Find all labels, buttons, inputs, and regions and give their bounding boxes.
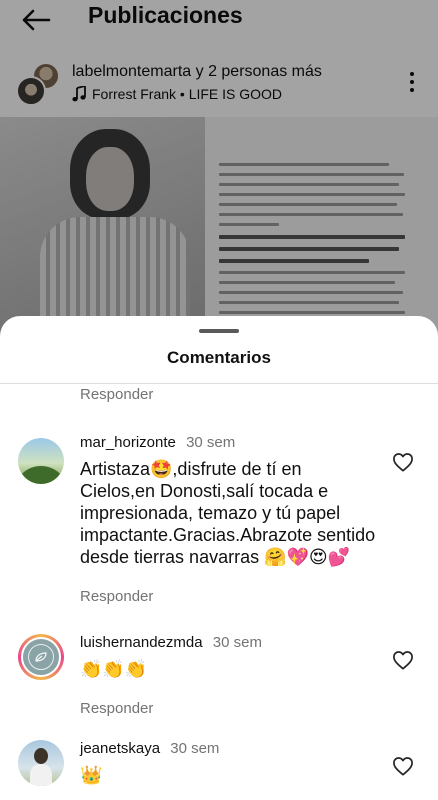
heart-icon[interactable]	[392, 452, 414, 472]
comment-header: jeanetskaya 30 sem	[80, 740, 219, 757]
comment-header: luishernandezmda 30 sem	[80, 634, 262, 651]
reply-button[interactable]: Responder	[80, 386, 153, 403]
avatar-head	[34, 748, 48, 764]
comment-item: luishernandezmda 30 sem 👏👏👏 Responder	[0, 634, 438, 729]
comment-item: mar_horizonte 30 sem Artistaza🤩,disfrute…	[0, 434, 438, 614]
comments-sheet: Comentarios Responder mar_horizonte 30 s…	[0, 316, 438, 800]
comment-header: mar_horizonte 30 sem	[80, 434, 235, 451]
heart-icon[interactable]	[392, 756, 414, 776]
reply-button[interactable]: Responder	[80, 588, 153, 605]
sheet-title: Comentarios	[167, 348, 271, 367]
comment-text: 👏👏👏	[80, 659, 148, 679]
comment-time: 30 sem	[186, 434, 236, 451]
comment-username[interactable]: mar_horizonte	[80, 434, 176, 451]
heart-icon[interactable]	[392, 650, 414, 670]
comment-username[interactable]: jeanetskaya	[80, 740, 160, 757]
comments-list[interactable]: Responder mar_horizonte 30 sem Artistaza…	[0, 384, 438, 800]
comment-time: 30 sem	[170, 740, 220, 757]
comment-text: Artistaza🤩,disfrute de tí en Cielos,en D…	[80, 459, 376, 567]
comment-time: 30 sem	[212, 634, 262, 651]
reply-button[interactable]: Responder	[80, 700, 153, 717]
avatar[interactable]	[18, 634, 64, 680]
comment-text: 👑	[80, 765, 103, 785]
avatar-torso	[30, 764, 52, 786]
avatar[interactable]	[18, 740, 64, 786]
leaf-icon	[28, 644, 54, 670]
avatar-image	[21, 637, 61, 677]
drag-handle[interactable]	[199, 329, 239, 333]
comment-item: jeanetskaya 30 sem 👑 Responder	[0, 740, 438, 800]
comment-username[interactable]: luishernandezmda	[80, 634, 203, 651]
avatar[interactable]	[18, 438, 64, 484]
